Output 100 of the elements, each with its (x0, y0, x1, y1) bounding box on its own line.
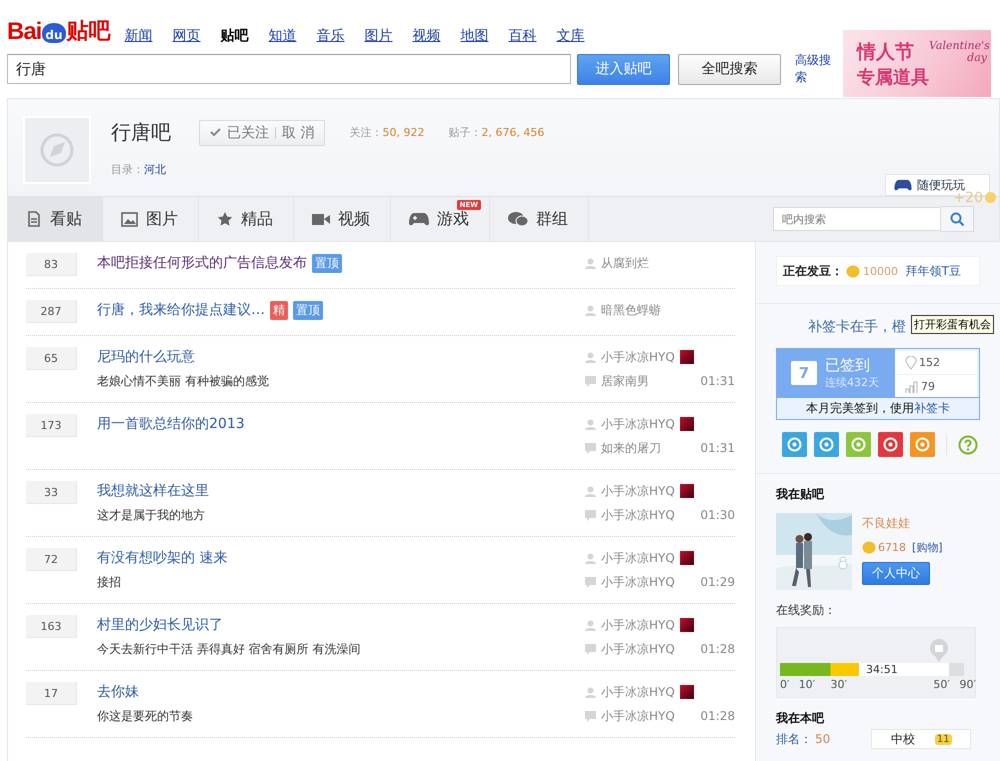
logo[interactable]: Bai du 贴吧 (7, 16, 110, 46)
reply-time: 01:29 (700, 575, 735, 589)
tab[interactable]: 视频 (294, 197, 391, 241)
nav-link[interactable]: 贴吧 (220, 27, 248, 45)
thread-excerpt: 这才是属于我的地方 (97, 507, 206, 524)
last-reply-author[interactable]: 居家南男 (601, 372, 649, 390)
tick-label: 0′ (780, 678, 790, 691)
comment-icon (585, 442, 596, 454)
gamepad-icon (409, 212, 429, 226)
tab[interactable]: 精品 (199, 197, 294, 241)
follow-button[interactable]: 已关注 取 消 (199, 120, 326, 146)
coin-icon (984, 191, 997, 204)
nav-link[interactable]: 新闻 (124, 27, 152, 45)
author-name[interactable]: 小手冰凉HYQ (601, 616, 675, 634)
author-name[interactable]: 小手冰凉HYQ (601, 550, 675, 566)
user-icon (585, 304, 596, 316)
forum-name: 行唐吧 (111, 119, 171, 146)
rank-label: 排名： (776, 730, 812, 748)
nav-link[interactable]: 音乐 (316, 27, 344, 45)
check-icon (210, 128, 221, 137)
ad-banner[interactable]: 情人节 Valentine's day 专属道具 (843, 30, 991, 97)
nav-link[interactable]: 知道 (268, 27, 296, 45)
comment-icon (585, 510, 596, 520)
pin-icon (905, 356, 917, 370)
bar-chart-icon (905, 380, 919, 392)
reply-count: 33 (26, 481, 77, 504)
shop-link[interactable]: [购物] (912, 540, 943, 555)
app-icon[interactable] (910, 432, 935, 457)
thread-title[interactable]: 本吧拒接任何形式的广告信息发布 (97, 254, 307, 272)
stat-text: 贴子：2, 676, 456 (448, 125, 544, 140)
author-name[interactable]: 小手冰凉HYQ (601, 482, 675, 500)
last-reply-author[interactable]: 小手冰凉HYQ (601, 506, 675, 524)
author-name[interactable]: 小手冰凉HYQ (601, 684, 675, 700)
user-icon (585, 620, 596, 630)
thread-title[interactable]: 行唐，我来给你提点建议… (97, 301, 265, 319)
reply-count: 173 (26, 414, 77, 437)
makeup-card-link[interactable]: 补签卡 (914, 401, 950, 415)
thread-title[interactable]: 村里的少妇长见识了 (97, 616, 223, 634)
nav-link[interactable]: 视频 (412, 27, 440, 45)
author-name[interactable]: 暗黑色蜉蝣 (601, 302, 661, 318)
search-button[interactable] (941, 206, 974, 232)
tab[interactable]: 看贴 (8, 197, 103, 241)
comment-icon (585, 710, 596, 722)
help-icon[interactable] (958, 434, 978, 454)
reply-time: 01:30 (700, 508, 735, 522)
reply-count: 17 (26, 682, 77, 705)
reply-count: 287 (26, 300, 77, 323)
beans-amount: 10000 (863, 264, 898, 278)
thread-title[interactable]: 有没有想吵架的 速来 (97, 549, 228, 567)
directory-text: 目录：河北 (111, 162, 167, 177)
thread-title[interactable]: 用一首歌总结你的2013 (97, 415, 245, 433)
nav-link[interactable]: 地图 (460, 27, 488, 45)
app-icon[interactable] (878, 432, 903, 457)
app-icon[interactable] (782, 432, 807, 457)
search-button[interactable]: 全吧搜索 (678, 54, 782, 84)
beans-link[interactable]: 拜年领T豆 (906, 262, 973, 280)
last-reply-author[interactable]: 小手冰凉HYQ (601, 574, 675, 590)
signin-rank: 152 (919, 356, 940, 369)
last-reply-author[interactable]: 小手冰凉HYQ (601, 640, 675, 658)
reward-label: 在线奖励： (776, 602, 837, 619)
profile-button[interactable]: 个人中心 (862, 562, 930, 585)
app-icon[interactable] (846, 432, 871, 457)
last-reply-author[interactable]: 如来的屠刀 (601, 440, 661, 456)
thread-tag: 置顶 (293, 300, 323, 320)
author-name[interactable]: 小手冰凉HYQ (601, 348, 675, 366)
comment-icon (585, 376, 596, 386)
reply-time: 01:31 (700, 374, 735, 388)
app-icon[interactable] (814, 432, 839, 457)
author-name[interactable]: 小手冰凉HYQ (601, 416, 675, 432)
tab[interactable]: 群组 (490, 197, 589, 241)
tab[interactable]: 图片 (103, 197, 199, 241)
tick-label: 10′ (798, 678, 816, 691)
document-icon (26, 211, 42, 227)
thread-title[interactable]: 尼玛的什么玩意 (97, 348, 195, 366)
comment-icon (585, 644, 596, 654)
search-icon (950, 212, 964, 226)
thread-title[interactable]: 我想就这样在这里 (97, 482, 209, 500)
thread-tag: 精 (270, 300, 288, 320)
signin-note: 本月完美签到，使用补签卡 (777, 397, 979, 419)
gamepad-icon (894, 179, 912, 191)
grade-title: 中校 (890, 730, 915, 748)
user-beans: 6718 (878, 541, 906, 554)
tick-label: 50′ (933, 678, 950, 691)
stat-text: 关注：50, 922 (349, 125, 424, 140)
signin-streak: 连续432天 (825, 375, 879, 390)
banner-subtitle: Valentine's day (929, 40, 987, 64)
thread-title[interactable]: 去你妹 (97, 683, 139, 701)
search-field[interactable]: 行唐 (7, 54, 571, 84)
calendar-icon: 7 (791, 361, 817, 385)
reply-time: 01:31 (700, 441, 735, 455)
thread-excerpt: 你这是要死的节奏 (97, 708, 194, 725)
nav-link[interactable]: 网页 (172, 27, 200, 45)
forum-search-field[interactable]: 吧内搜索 (773, 207, 941, 231)
author-name[interactable]: 从腐到烂 (601, 254, 649, 272)
nav-link[interactable]: 文库 (556, 27, 584, 45)
last-reply-author[interactable]: 小手冰凉HYQ (601, 708, 675, 724)
nav-link[interactable]: 百科 (508, 27, 536, 45)
image-icon (121, 212, 138, 226)
nav-link[interactable]: 图片 (364, 27, 392, 45)
advanced-search-link[interactable]: 高级搜索 (795, 52, 843, 86)
